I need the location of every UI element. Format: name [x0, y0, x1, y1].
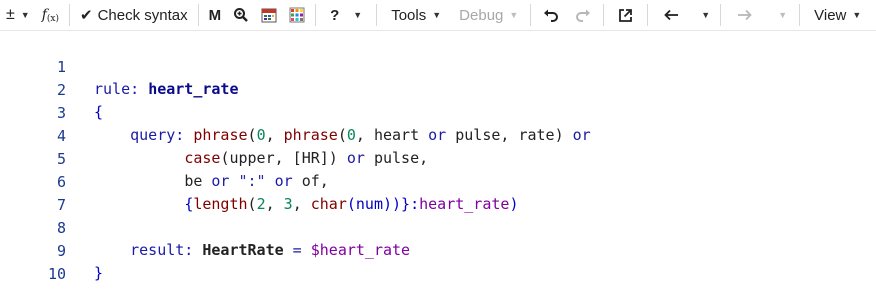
chevron-down-icon: ▼ [21, 10, 30, 20]
operator: or [573, 126, 591, 144]
toolbar-divider [315, 4, 316, 26]
result-type: HeartRate [202, 241, 283, 259]
line-code: { [94, 101, 103, 123]
redo-icon [575, 8, 591, 22]
toolbar-divider [647, 4, 648, 26]
chevron-down-icon: ▼ [778, 10, 787, 20]
redo-button[interactable] [567, 0, 599, 30]
operator: or [428, 126, 446, 144]
code-line: 1 rule: heart_rate [0, 34, 36, 56]
variable: $heart_rate [311, 241, 410, 259]
arrow-right-icon [737, 9, 752, 21]
variable: heart_rate [419, 195, 509, 213]
line-code: case(upper, [HR]) or pulse, [94, 147, 428, 169]
function-name: char [311, 195, 347, 213]
checkmark-icon: ✔ [80, 6, 93, 24]
debug-dropdown[interactable]: Debug ▼ [451, 0, 526, 30]
search-plus-icon [233, 7, 249, 23]
toolbar-divider [198, 4, 199, 26]
chevron-down-icon: ▼ [701, 10, 710, 20]
arrow-left-icon [664, 9, 679, 21]
m-button[interactable]: M [203, 0, 228, 30]
toolbar-divider [69, 4, 70, 26]
rule-name: heart_rate [148, 80, 238, 98]
operator: or [211, 172, 229, 190]
chevron-down-icon: ▼ [852, 10, 861, 20]
function-name: case [184, 149, 220, 167]
code-line: 3 query: phrase(0, phrase(0, heart or pu… [0, 80, 36, 102]
keyword: result: [130, 241, 193, 259]
function-name: phrase [193, 126, 247, 144]
code-line: 6 {length(2, 3, char(num))}:heart_rate) [0, 149, 36, 171]
function-button[interactable]: f(x) [36, 0, 65, 30]
string: ":" [229, 172, 274, 190]
forward-history-dropdown[interactable]: ▼ [764, 0, 795, 30]
check-syntax-button[interactable]: ✔ Check syntax [74, 0, 194, 30]
color-grid-icon [289, 7, 305, 23]
code-line: 5 be or ":" or of, [0, 126, 36, 148]
debug-label: Debug [459, 7, 503, 24]
undo-icon [543, 8, 559, 22]
tools-dropdown[interactable]: Tools ▼ [381, 0, 451, 30]
keyword: rule: [94, 80, 139, 98]
code-line: 7 [0, 172, 36, 194]
open-external-button[interactable] [608, 0, 643, 30]
m-label: M [209, 7, 222, 24]
code-line: 4 case(upper, [HR]) or pulse, [0, 103, 36, 125]
function-name: phrase [284, 126, 338, 144]
view-dropdown[interactable]: View ▼ [804, 0, 871, 30]
tools-label: Tools [391, 7, 426, 24]
forward-button[interactable] [725, 0, 764, 30]
number: 3 [284, 195, 293, 213]
undo-button[interactable] [535, 0, 567, 30]
brace: } [94, 264, 103, 282]
help-dropdown[interactable]: ? ▼ [320, 0, 372, 30]
plus-minus-icon: ± [6, 6, 15, 24]
code-line: 8 result: HeartRate = $heart_rate [0, 195, 36, 217]
check-syntax-label: Check syntax [98, 7, 188, 24]
operator: = [284, 241, 311, 259]
back-button[interactable] [652, 0, 691, 30]
line-number: 10 [0, 263, 66, 285]
line-code: } [94, 262, 103, 284]
zoom-button[interactable] [227, 0, 255, 30]
color-picker-button[interactable] [283, 0, 311, 30]
calendar-button[interactable] [255, 0, 283, 30]
line-code: result: HeartRate = $heart_rate [94, 239, 410, 261]
keyword: query: [130, 126, 184, 144]
back-history-dropdown[interactable]: ▼ [691, 0, 716, 30]
toolbar-divider [530, 4, 531, 26]
number: 0 [257, 126, 266, 144]
operator: or [347, 149, 365, 167]
number: 0 [347, 126, 356, 144]
chevron-down-icon: ▼ [353, 10, 362, 20]
code-editor[interactable]: 1 rule: heart_rate 2 { 3 query: phrase(0… [0, 32, 876, 269]
function-name: length [193, 195, 247, 213]
function-icon: f(x) [42, 7, 59, 24]
brace: { [94, 103, 103, 121]
line-code: be or ":" or of, [94, 170, 329, 192]
toolbar: ± ▼ f(x) ✔ Check syntax M [0, 0, 876, 31]
code-line: 9 } [0, 218, 36, 240]
format-dropdown[interactable]: ± ▼ [0, 0, 36, 30]
external-link-icon [618, 8, 633, 23]
line-code: rule: heart_rate [94, 78, 239, 100]
line-code: {length(2, 3, char(num))}:heart_rate) [94, 193, 518, 215]
operator: or [275, 172, 293, 190]
code-line: 10 [0, 241, 36, 263]
chevron-down-icon: ▼ [509, 10, 518, 20]
code-line: 2 { [0, 57, 36, 79]
toolbar-divider [603, 4, 604, 26]
chevron-down-icon: ▼ [432, 10, 441, 20]
calendar-icon [261, 7, 277, 23]
number: 2 [257, 195, 266, 213]
toolbar-divider [720, 4, 721, 26]
toolbar-divider [799, 4, 800, 26]
help-label: ? [330, 7, 339, 24]
toolbar-divider [376, 4, 377, 26]
view-label: View [814, 7, 846, 24]
line-code: query: phrase(0, phrase(0, heart or puls… [94, 124, 591, 146]
